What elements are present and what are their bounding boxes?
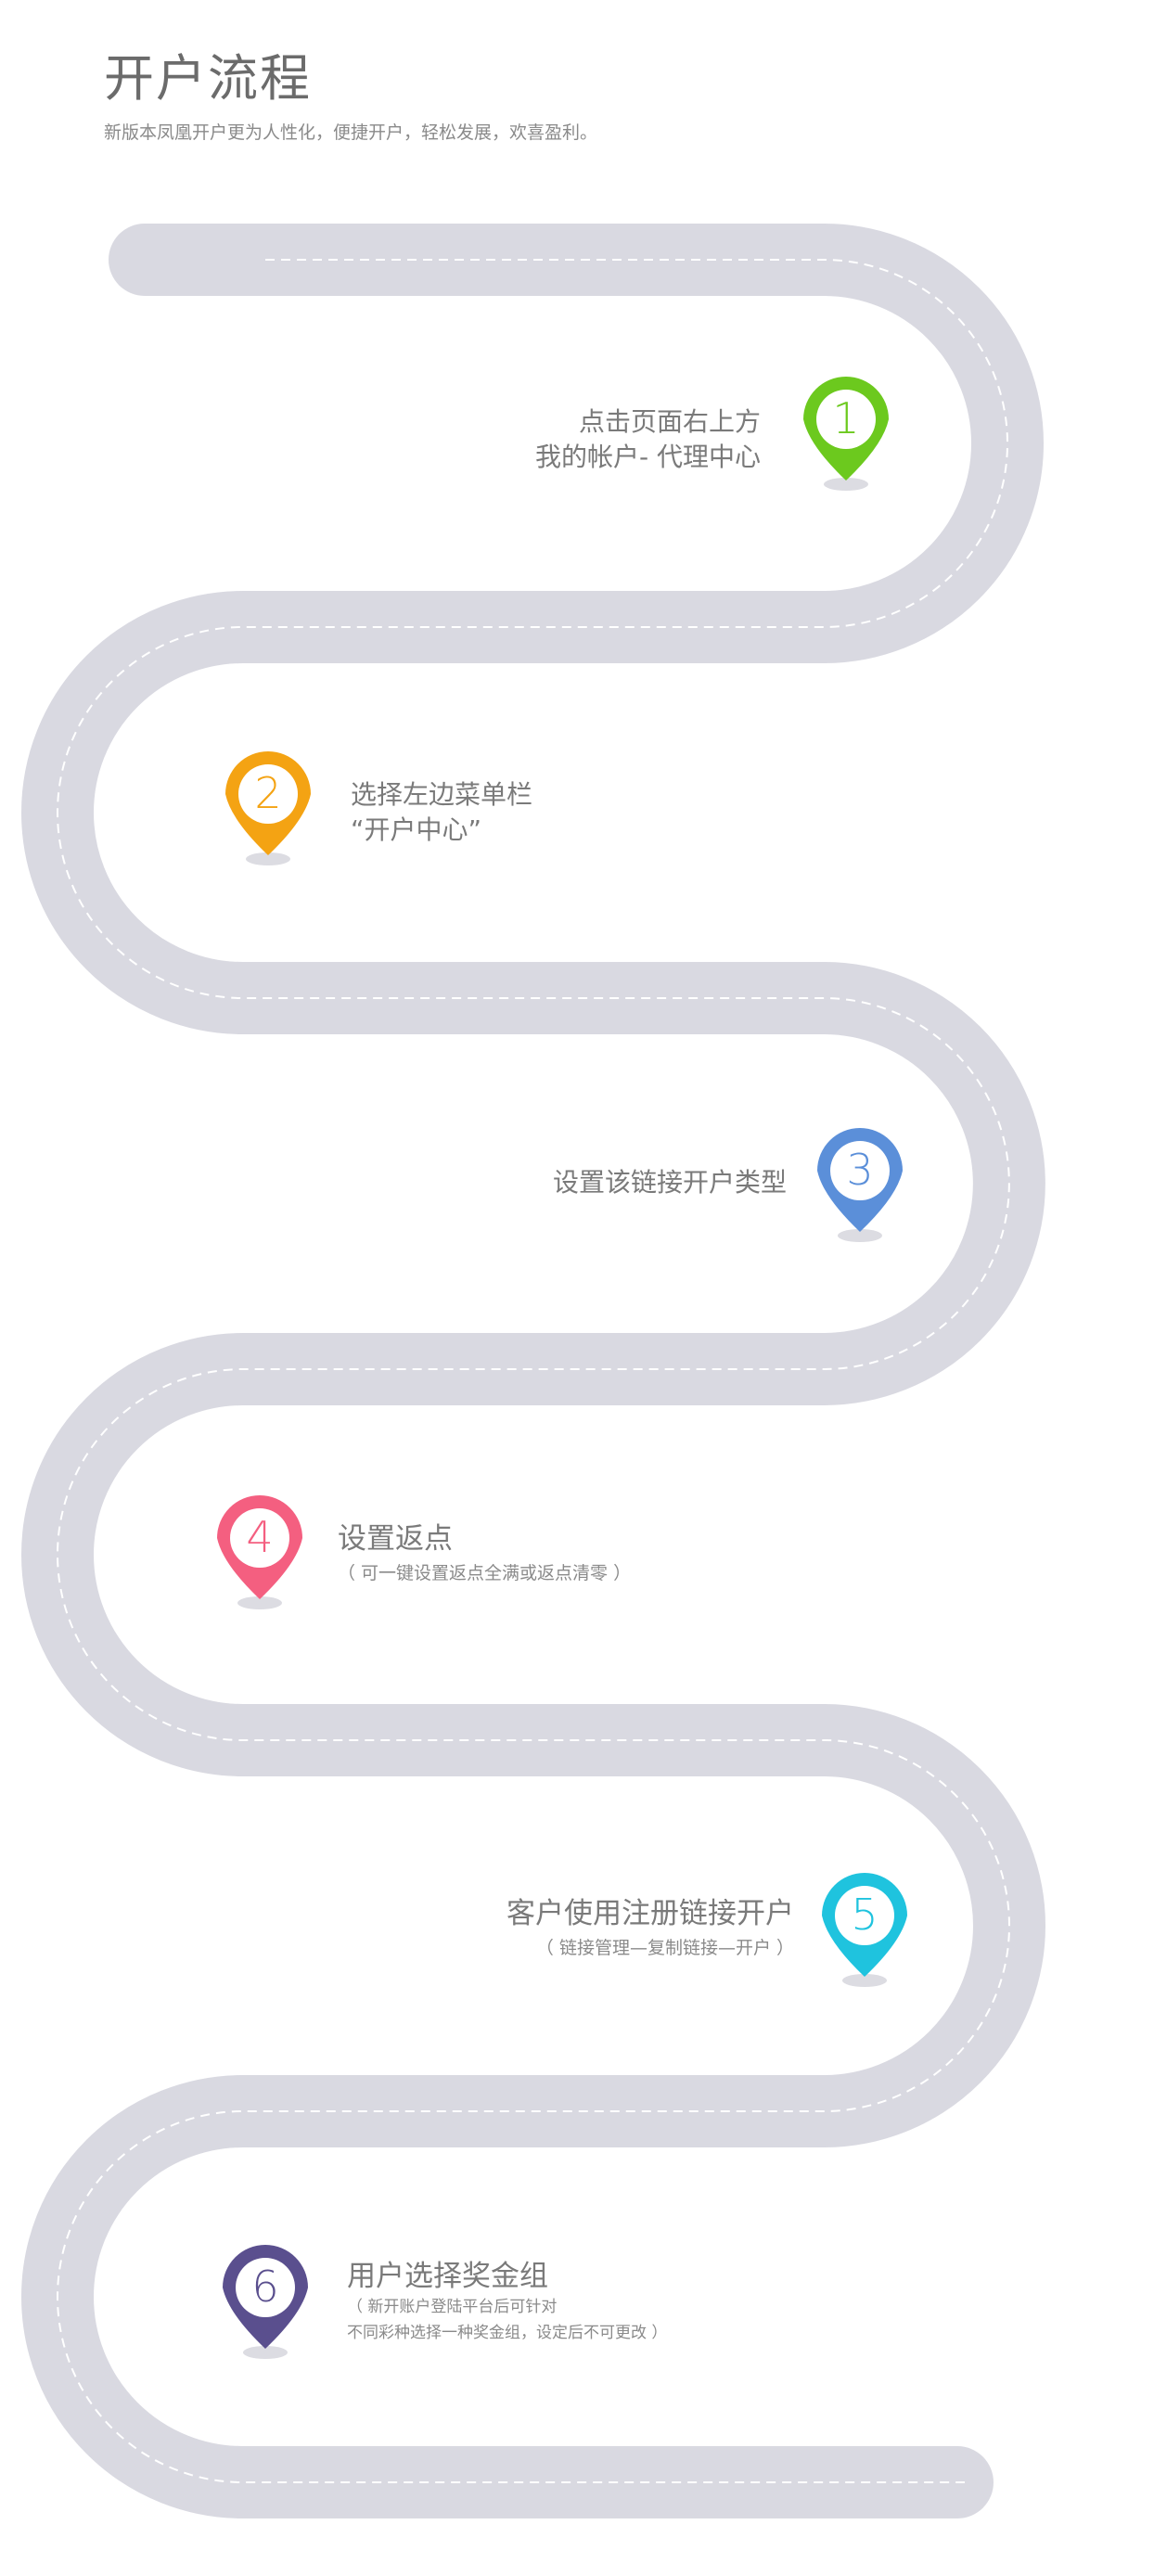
step-6-text: 用户选择奖金组 （ 新开账户登陆平台后可针对 不同彩种选择一种奖金组，设定后不可… <box>347 2259 667 2346</box>
step-3-pin: 3 <box>817 1128 903 1242</box>
step-4-pin: 4 <box>217 1495 302 1609</box>
road-band <box>21 224 1045 2518</box>
step-6-line-1: 用户选择奖金组 <box>347 2260 548 2293</box>
step-5-line-1: 客户使用注册链接开户 <box>506 1897 794 1930</box>
step-1-number: 1 <box>832 393 859 443</box>
step-6-note-1: （ 新开账户登陆平台后可针对 <box>347 2298 558 2316</box>
step-2-number: 2 <box>254 768 281 818</box>
step-2-line-1: 选择左边菜单栏 <box>351 779 533 810</box>
step-2-pin: 2 <box>225 751 311 865</box>
step-5-pin: 5 <box>822 1873 907 1987</box>
step-1-line-2: 我的帐户- 代理中心 <box>534 442 761 472</box>
step-6-pin: 6 <box>223 2245 308 2359</box>
step-2-line-2: “开户中心” <box>351 814 482 845</box>
step-3-line-1: 设置该链接开户类型 <box>552 1167 787 1198</box>
step-6-number: 6 <box>251 2262 278 2312</box>
step-5-note: （ 链接管理—复制链接—开户 ） <box>535 1938 794 1958</box>
step-4-note: （ 可一键设置返点全满或返点清零 ） <box>338 1563 632 1583</box>
step-4-number: 4 <box>246 1512 273 1562</box>
winding-road: 1 2 3 4 5 6 <box>21 224 1045 2518</box>
step-1-text: 点击页面右上方 我的帐户- 代理中心 <box>535 404 761 475</box>
step-4-line-1: 设置返点 <box>338 1522 453 1556</box>
step-3-number: 3 <box>846 1145 873 1195</box>
step-2-text: 选择左边菜单栏 “开户中心” <box>351 777 532 848</box>
step-5-text: 客户使用注册链接开户 （ 链接管理—复制链接—开户 ） <box>506 1896 794 1961</box>
step-4-text: 设置返点 （ 可一键设置返点全满或返点清零 ） <box>338 1521 631 1586</box>
step-5-number: 5 <box>851 1890 878 1940</box>
step-1-pin: 1 <box>803 377 889 491</box>
step-3-text: 设置该链接开户类型 <box>553 1165 787 1200</box>
step-6-note-2: 不同彩种选择一种奖金组，设定后不可更改 ） <box>347 2324 668 2342</box>
step-1-line-1: 点击页面右上方 <box>578 406 761 437</box>
